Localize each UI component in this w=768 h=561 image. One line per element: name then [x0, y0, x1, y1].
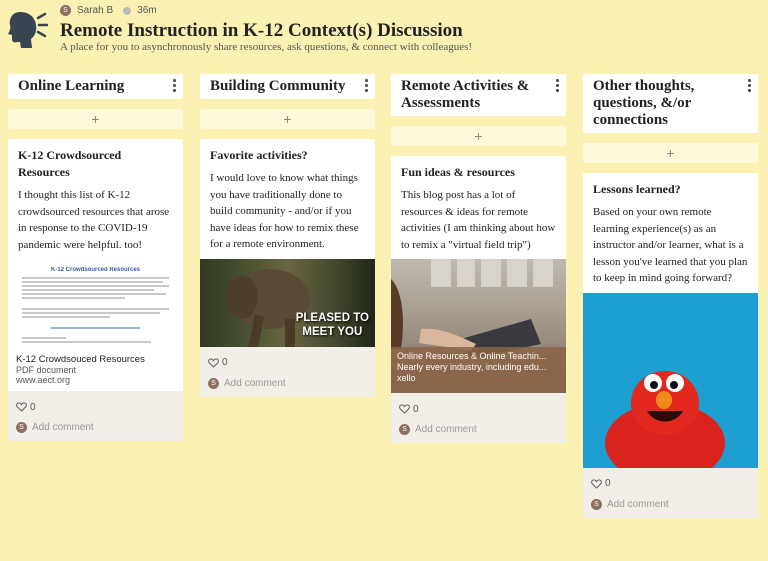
board-header: S Sarah B 36m Remote Instruction in K-12… — [0, 0, 768, 62]
post-card[interactable]: Fun ideas & resources This blog post has… — [391, 156, 566, 443]
speaking-head-icon — [8, 12, 48, 48]
add-comment-label: Add comment — [32, 422, 94, 433]
more-options-icon[interactable] — [748, 79, 752, 92]
post-card[interactable]: Favorite activities? I would love to kno… — [200, 139, 375, 397]
heart-icon — [208, 357, 219, 368]
heart-icon — [399, 404, 410, 414]
avatar: S — [591, 498, 602, 510]
author-name: Sarah B — [77, 5, 114, 16]
post-text: I thought this list of K-12 crowdsourced… — [18, 189, 170, 251]
add-comment-button[interactable]: S Add comment — [399, 424, 558, 435]
post-title: Lessons learned? — [593, 182, 681, 196]
like-count: 0 — [413, 403, 419, 415]
image-caption-line: PLEASED TO — [295, 311, 369, 324]
attachment-link[interactable]: K-12 Crowdsouced Resources PDF document … — [8, 353, 183, 391]
add-post-button[interactable]: + — [200, 109, 375, 129]
post-text: This blog post has a lot of resources & … — [401, 189, 556, 251]
heart-icon — [591, 478, 602, 489]
column-title: Building Community — [210, 78, 346, 94]
column-title: Online Learning — [18, 78, 125, 94]
link-preview-image[interactable]: Online Resources & Online Teachin... Nea… — [391, 259, 566, 393]
link-title: Online Resources & Online Teachin... — [397, 351, 547, 361]
like-count: 0 — [30, 401, 36, 413]
column-header: Other thoughts, questions, &/or connecti… — [583, 74, 758, 133]
add-comment-label: Add comment — [224, 377, 286, 389]
add-comment-label: Add comment — [607, 498, 669, 510]
add-comment-button[interactable]: S Add comment — [208, 377, 367, 389]
post-footer: 0 S Add comment — [391, 393, 566, 443]
more-options-icon[interactable] — [556, 79, 560, 92]
column-building-community: Building Community + Favorite activities… — [200, 74, 375, 397]
link-site: xello — [397, 373, 416, 383]
column-remote-activities: Remote Activities & Assessments + Fun id… — [391, 74, 566, 443]
post-footer: 0 S Add comment — [583, 467, 758, 518]
avatar: S — [399, 424, 410, 435]
avatar: S — [16, 422, 27, 433]
column-online-learning: Online Learning + K-12 Crowdsourced Reso… — [8, 74, 183, 441]
image-caption-line: MEET YOU — [302, 325, 363, 338]
elmo-gif[interactable] — [583, 292, 758, 468]
more-options-icon[interactable] — [173, 79, 177, 92]
link-preview-overlay: Online Resources & Online Teachin... Nea… — [391, 347, 566, 393]
attachment-title: K-12 Crowdsouced Resources — [16, 354, 145, 365]
column-other-thoughts: Other thoughts, questions, &/or connecti… — [583, 74, 758, 518]
column-header: Remote Activities & Assessments — [391, 74, 566, 116]
elephant-image[interactable]: PLEASED TO MEET YOU — [200, 258, 375, 347]
add-comment-label: Add comment — [415, 424, 477, 435]
post-title: K-12 Crowdsourced Resources — [18, 148, 122, 179]
post-meta: S Sarah B 36m — [60, 5, 157, 16]
post-card[interactable]: K-12 Crowdsourced Resources I thought th… — [8, 139, 183, 441]
more-options-icon[interactable] — [365, 79, 369, 92]
attachment-type: PDF document — [16, 365, 77, 375]
pdf-preview-title: K-12 Crowdsourced Resources — [50, 267, 141, 273]
avatar: S — [208, 377, 219, 389]
post-text: I would love to know what things you hav… — [210, 172, 359, 250]
post-footer: 0 S Add comment — [8, 391, 183, 441]
post-footer: 0 S Add comment — [200, 346, 375, 397]
column-header: Building Community — [200, 74, 375, 99]
page-subtitle: A place for you to asynchronously share … — [60, 41, 473, 53]
add-comment-button[interactable]: S Add comment — [591, 498, 750, 510]
add-comment-button[interactable]: S Add comment — [16, 422, 175, 433]
like-count: 0 — [222, 357, 228, 368]
add-post-button[interactable]: + — [8, 109, 183, 129]
post-title: Fun ideas & resources — [401, 165, 515, 179]
add-post-button[interactable]: + — [391, 126, 566, 146]
like-count: 0 — [605, 478, 611, 489]
avatar: S — [60, 5, 71, 16]
post-text: Based on your own remote learning experi… — [593, 206, 748, 284]
column-title: Remote Activities & Assessments — [401, 78, 530, 111]
clock-icon — [123, 6, 132, 15]
image-caption: PLEASED TO MEET YOU — [296, 311, 369, 339]
timestamp: 36m — [137, 5, 157, 16]
like-button[interactable]: 0 — [16, 397, 175, 417]
add-post-button[interactable]: + — [583, 143, 758, 163]
heart-icon — [16, 402, 27, 412]
attachment-url: www.aect.org — [16, 375, 71, 385]
like-button[interactable]: 0 — [591, 474, 750, 494]
link-description: Nearly every industry, including edu... — [397, 362, 547, 372]
pdf-preview[interactable]: K-12 Crowdsourced Resources — [16, 267, 175, 353]
like-button[interactable]: 0 — [208, 353, 367, 373]
column-title: Other thoughts, questions, &/or connecti… — [593, 78, 695, 128]
post-card[interactable]: Lessons learned? Based on your own remot… — [583, 173, 758, 518]
column-header: Online Learning — [8, 74, 183, 99]
elmo-illustration — [605, 370, 725, 468]
like-button[interactable]: 0 — [399, 399, 558, 419]
post-title: Favorite activities? — [210, 148, 308, 162]
page-title: Remote Instruction in K-12 Context(s) Di… — [60, 20, 463, 41]
